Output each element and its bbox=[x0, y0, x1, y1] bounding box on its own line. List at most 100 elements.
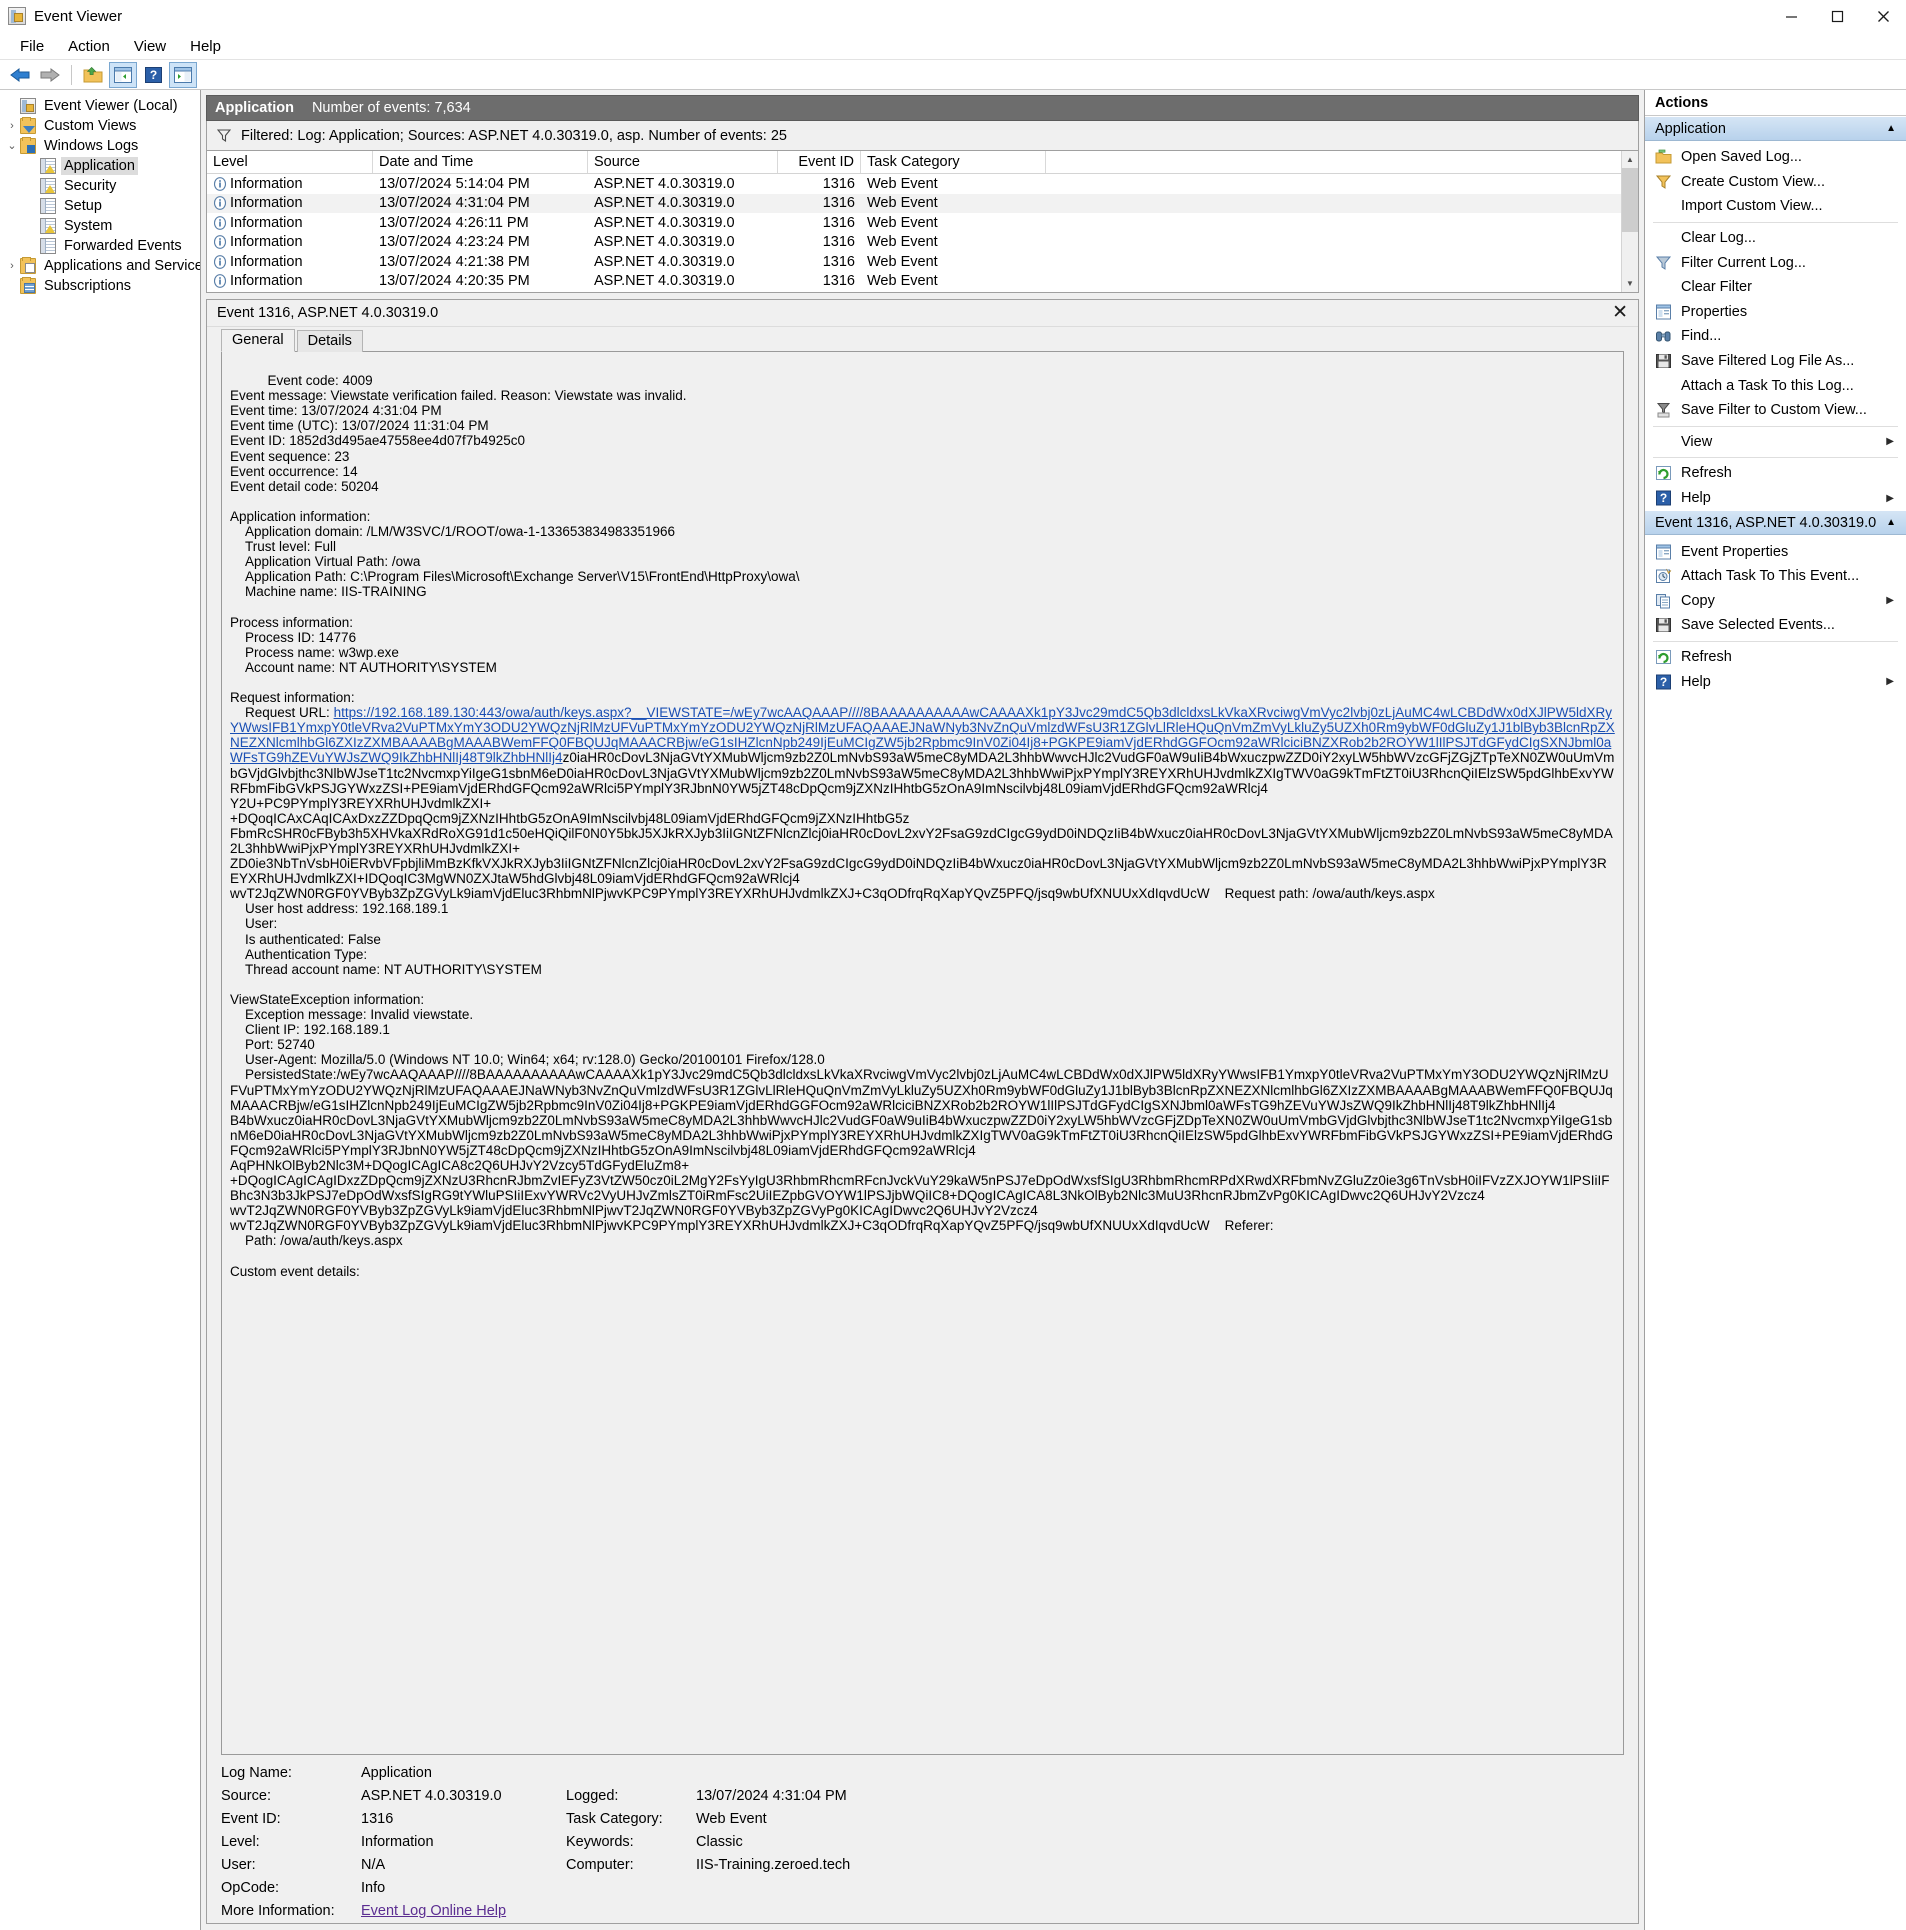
action-item-properties[interactable]: Properties bbox=[1645, 300, 1906, 325]
action-item-help[interactable]: ?Help▶ bbox=[1645, 486, 1906, 511]
actions-group-header[interactable]: Event 1316, ASP.NET 4.0.30319.0▲ bbox=[1645, 510, 1906, 535]
tree-item-forwarded-events[interactable]: Forwarded Events bbox=[0, 236, 200, 256]
event-description-part3: Request path: /owa/auth/keys.aspx User h… bbox=[230, 886, 1435, 1082]
properties-icon bbox=[1655, 304, 1672, 320]
cell-level: Information bbox=[207, 254, 373, 270]
open-log-icon bbox=[1655, 149, 1672, 165]
filter-bar[interactable]: Filtered: Log: Application; Sources: ASP… bbox=[206, 121, 1639, 150]
tree-item-system[interactable]: System bbox=[0, 216, 200, 236]
chevron-up-icon[interactable]: ▲ bbox=[1886, 123, 1896, 134]
maximize-button[interactable] bbox=[1814, 0, 1860, 33]
user-label: User: bbox=[221, 1857, 361, 1873]
forward-button[interactable] bbox=[36, 62, 64, 88]
minimize-button[interactable] bbox=[1768, 0, 1814, 33]
action-item-attach-a-task-to-this-log[interactable]: Attach a Task To this Log... bbox=[1645, 373, 1906, 398]
table-row[interactable]: Information13/07/2024 4:31:04 PMASP.NET … bbox=[207, 194, 1638, 214]
tree-item-application[interactable]: Application bbox=[0, 156, 200, 176]
tree-twisty[interactable]: ⌄ bbox=[4, 136, 20, 156]
action-item-copy[interactable]: Copy▶ bbox=[1645, 589, 1906, 614]
filter-icon bbox=[1655, 255, 1672, 271]
tree-twisty[interactable]: › bbox=[4, 256, 20, 276]
log-icon bbox=[40, 198, 56, 214]
chevron-up-icon[interactable]: ▲ bbox=[1886, 517, 1896, 528]
properties-icon bbox=[1655, 544, 1672, 560]
cell-source: ASP.NET 4.0.30319.0 bbox=[588, 254, 778, 270]
save-icon bbox=[1655, 353, 1672, 369]
column-date-time[interactable]: Date and Time bbox=[373, 151, 588, 173]
action-item-filter-current-log[interactable]: Filter Current Log... bbox=[1645, 250, 1906, 275]
show-console-tree-button[interactable] bbox=[109, 62, 137, 88]
action-item-save-filtered-log-file-as[interactable]: Save Filtered Log File As... bbox=[1645, 349, 1906, 374]
scroll-up-button[interactable]: ▲ bbox=[1622, 151, 1638, 168]
table-row[interactable]: Information13/07/2024 4:26:11 PMASP.NET … bbox=[207, 213, 1638, 233]
menu-action[interactable]: Action bbox=[56, 35, 122, 58]
chevron-right-icon: ▶ bbox=[1886, 436, 1894, 447]
column-source[interactable]: Source bbox=[588, 151, 778, 173]
cell-level-text: Information bbox=[230, 254, 303, 270]
scroll-down-button[interactable]: ▼ bbox=[1622, 275, 1638, 292]
action-item-event-properties[interactable]: Event Properties bbox=[1645, 539, 1906, 564]
no-icon bbox=[1655, 279, 1672, 295]
tree-item-setup[interactable]: Setup bbox=[0, 196, 200, 216]
action-item-view[interactable]: View▶ bbox=[1645, 430, 1906, 455]
cell-date-time: 13/07/2024 4:31:04 PM bbox=[373, 195, 588, 211]
table-row[interactable]: Information13/07/2024 5:14:04 PMASP.NET … bbox=[207, 174, 1638, 194]
action-item-label: Save Filter to Custom View... bbox=[1681, 402, 1867, 418]
column-task-category[interactable]: Task Category bbox=[861, 151, 1046, 173]
source-value: ASP.NET 4.0.30319.0 bbox=[361, 1788, 566, 1804]
action-item-save-selected-events[interactable]: Save Selected Events... bbox=[1645, 613, 1906, 638]
open-folder-button[interactable] bbox=[79, 62, 107, 88]
actions-group-header[interactable]: Application▲ bbox=[1645, 116, 1906, 141]
help-icon: ? bbox=[1655, 674, 1672, 690]
action-item-import-custom-view[interactable]: Import Custom View... bbox=[1645, 194, 1906, 219]
tab-general[interactable]: General bbox=[221, 329, 295, 352]
tree-twisty[interactable]: › bbox=[4, 116, 20, 136]
tree-item-root[interactable]: Event Viewer (Local) bbox=[0, 96, 200, 116]
tab-details[interactable]: Details bbox=[297, 330, 363, 352]
event-metadata: Log Name: Application Source: ASP.NET 4.… bbox=[221, 1755, 1624, 1923]
action-item-create-custom-view[interactable]: Create Custom View... bbox=[1645, 170, 1906, 195]
back-button[interactable] bbox=[6, 62, 34, 88]
tree-item-windows-logs[interactable]: ⌄Windows Logs bbox=[0, 136, 200, 156]
menu-view[interactable]: View bbox=[122, 35, 178, 58]
action-item-clear-log[interactable]: Clear Log... bbox=[1645, 226, 1906, 251]
event-log-online-help-link[interactable]: Event Log Online Help bbox=[361, 1903, 506, 1919]
opcode-label: OpCode: bbox=[221, 1880, 361, 1896]
action-item-clear-filter[interactable]: Clear Filter bbox=[1645, 275, 1906, 300]
meta-blank-5 bbox=[566, 1903, 696, 1919]
close-icon[interactable]: ✕ bbox=[1612, 303, 1628, 322]
information-icon bbox=[213, 177, 227, 191]
title-bar: Event Viewer bbox=[0, 0, 1906, 33]
tree-item-applications-and-services-log[interactable]: ›Applications and Services Log bbox=[0, 256, 200, 276]
task-category-value: Web Event bbox=[696, 1811, 1624, 1827]
table-row[interactable]: Information13/07/2024 4:21:38 PMASP.NET … bbox=[207, 252, 1638, 272]
table-row[interactable]: Information13/07/2024 4:20:35 PMASP.NET … bbox=[207, 272, 1638, 292]
action-item-find[interactable]: Find... bbox=[1645, 324, 1906, 349]
tree-item-custom-views[interactable]: ›Custom Views bbox=[0, 116, 200, 136]
action-item-label: Save Selected Events... bbox=[1681, 617, 1835, 633]
column-level[interactable]: Level bbox=[207, 151, 373, 173]
no-icon bbox=[1655, 198, 1672, 214]
close-button[interactable] bbox=[1860, 0, 1906, 33]
tree-item-security[interactable]: Security bbox=[0, 176, 200, 196]
svg-text:?: ? bbox=[149, 68, 156, 82]
table-row[interactable]: Information13/07/2024 4:23:24 PMASP.NET … bbox=[207, 233, 1638, 253]
center-pane: Application Number of events: 7,634 Filt… bbox=[201, 90, 1644, 1930]
column-event-id[interactable]: Event ID bbox=[778, 151, 861, 173]
action-item-refresh[interactable]: Refresh bbox=[1645, 461, 1906, 486]
tree-item-subscriptions[interactable]: Subscriptions bbox=[0, 276, 200, 296]
event-description-box[interactable]: Event code: 4009 Event message: Viewstat… bbox=[221, 351, 1624, 1755]
events-scrollbar[interactable]: ▲ ▼ bbox=[1621, 151, 1638, 292]
scroll-thumb[interactable] bbox=[1622, 168, 1638, 232]
action-item-help[interactable]: ?Help▶ bbox=[1645, 669, 1906, 694]
show-action-pane-button[interactable] bbox=[169, 62, 197, 88]
action-item-open-saved-log[interactable]: Open Saved Log... bbox=[1645, 145, 1906, 170]
help-button[interactable]: ? bbox=[139, 62, 167, 88]
action-item-refresh[interactable]: Refresh bbox=[1645, 645, 1906, 670]
action-item-save-filter-to-custom-view[interactable]: Save Filter to Custom View... bbox=[1645, 398, 1906, 423]
menu-help[interactable]: Help bbox=[178, 35, 233, 58]
action-item-attach-task-to-this-event[interactable]: Attach Task To This Event... bbox=[1645, 564, 1906, 589]
help-icon: ? bbox=[1655, 490, 1672, 506]
no-icon bbox=[1655, 434, 1672, 450]
menu-file[interactable]: File bbox=[8, 35, 56, 58]
